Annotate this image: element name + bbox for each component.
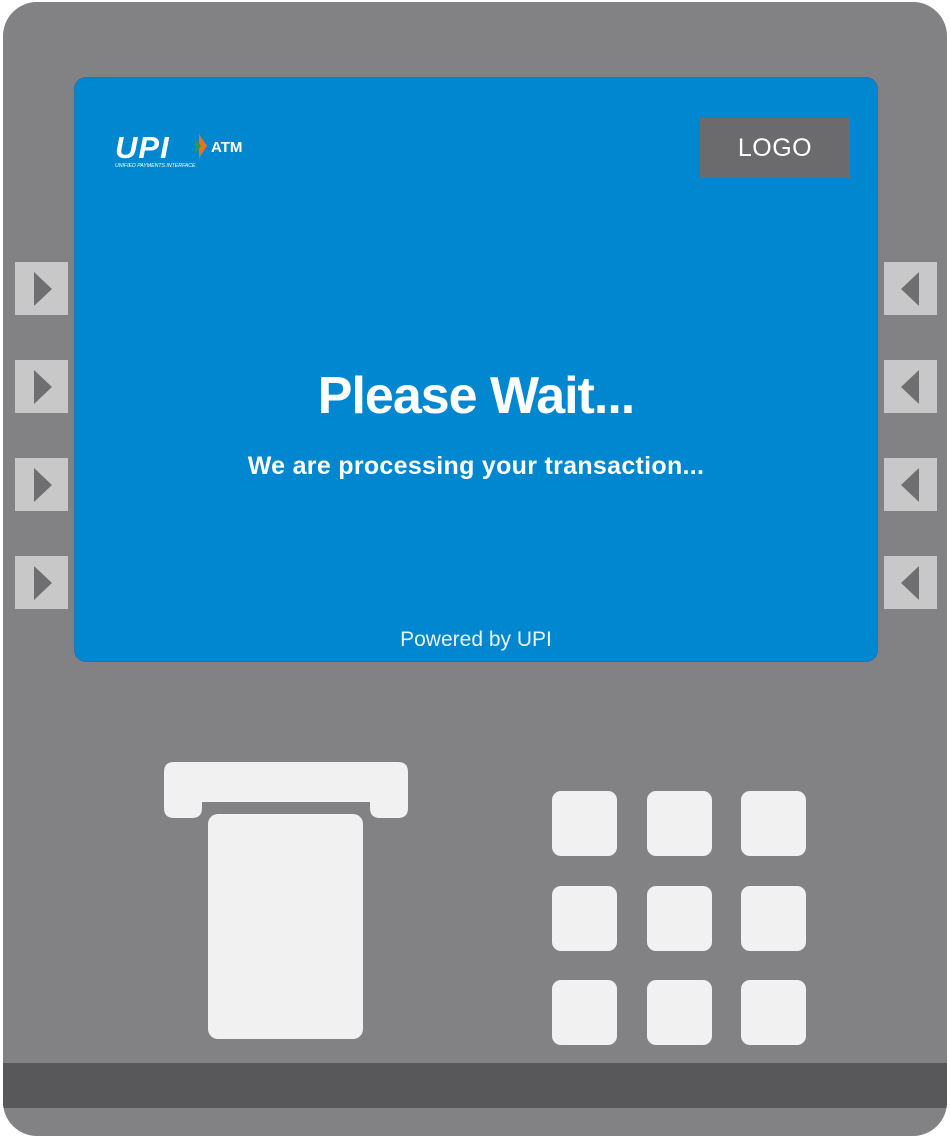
keypad-key[interactable] xyxy=(647,980,712,1045)
arrow-right-icon xyxy=(33,271,52,306)
card-slot-bezel xyxy=(164,762,408,818)
card-slot[interactable] xyxy=(208,814,363,1039)
upi-tagline: UNIFIED PAYMENTS INTERFACE xyxy=(115,163,196,169)
right-function-key-4[interactable] xyxy=(884,556,937,609)
keypad-key[interactable] xyxy=(647,791,712,856)
upi-atm-logo: UPI ATM UNIFIED PAYMENTS INTERFACE xyxy=(115,130,242,169)
arrow-right-icon xyxy=(33,565,52,600)
keypad-key[interactable] xyxy=(647,886,712,951)
keypad-key[interactable] xyxy=(741,886,806,951)
keypad-key[interactable] xyxy=(552,886,617,951)
right-function-key-1[interactable] xyxy=(884,262,937,315)
left-function-key-4[interactable] xyxy=(15,556,68,609)
status-message: We are processing your transaction... xyxy=(247,452,705,480)
arrow-left-icon xyxy=(900,271,919,306)
atm-logo-text: ATM xyxy=(211,139,242,156)
left-function-key-2[interactable] xyxy=(15,360,68,413)
arrow-left-icon xyxy=(900,467,919,502)
keypad-key[interactable] xyxy=(741,791,806,856)
upi-logo-text: UPI xyxy=(115,130,170,165)
arrow-right-icon xyxy=(33,369,52,404)
right-function-key-2[interactable] xyxy=(884,360,937,413)
page-title: Please Wait... xyxy=(317,367,635,425)
bank-logo-placeholder: LOGO xyxy=(700,118,850,178)
arrow-left-icon xyxy=(900,565,919,600)
atm-screen: UPI ATM UNIFIED PAYMENTS INTERFACE LOGO … xyxy=(74,77,878,662)
left-function-key-1[interactable] xyxy=(15,262,68,315)
keypad-key[interactable] xyxy=(552,791,617,856)
keypad-key[interactable] xyxy=(552,980,617,1045)
bottom-strip xyxy=(3,1063,947,1108)
arrow-right-icon xyxy=(33,467,52,502)
powered-by-footer: Powered by UPI xyxy=(400,628,552,651)
keypad-key[interactable] xyxy=(741,980,806,1045)
arrow-left-icon xyxy=(900,369,919,404)
right-function-key-3[interactable] xyxy=(884,458,937,511)
left-function-key-3[interactable] xyxy=(15,458,68,511)
atm-machine: UPI ATM UNIFIED PAYMENTS INTERFACE LOGO … xyxy=(3,2,947,1136)
